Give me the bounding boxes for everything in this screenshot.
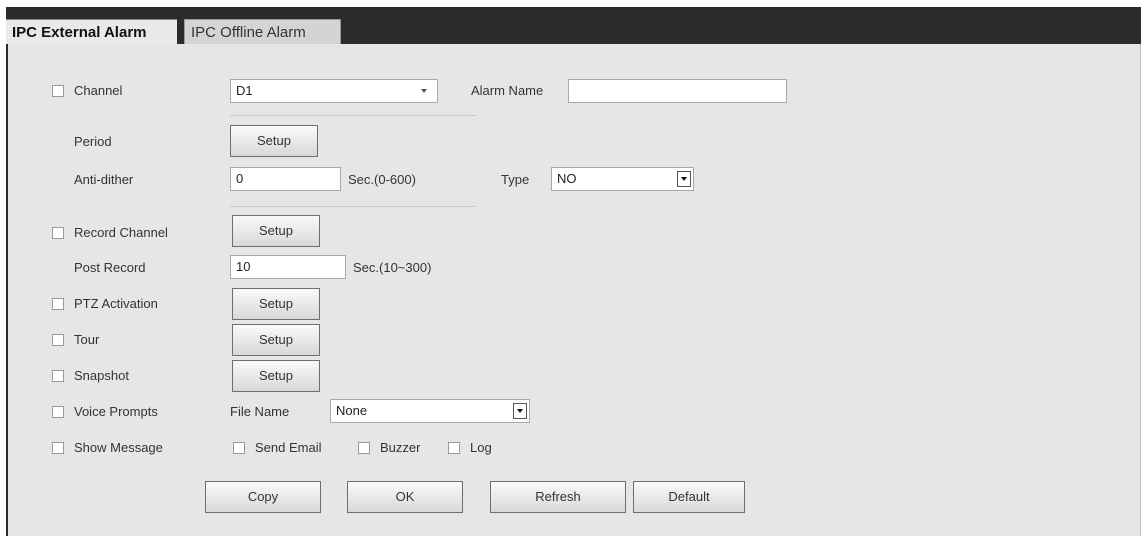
send-email-label: Send Email	[255, 440, 322, 455]
dropdown-arrow-icon[interactable]	[677, 171, 691, 187]
anti-dither-unit: Sec.(0-600)	[348, 172, 416, 187]
type-select-value: NO	[557, 171, 577, 186]
ptz-activation-label: PTZ Activation	[74, 296, 158, 311]
file-name-select-value: None	[336, 403, 368, 418]
separator	[230, 206, 476, 207]
log-checkbox[interactable]	[448, 442, 460, 454]
show-message-checkbox[interactable]	[52, 442, 64, 454]
record-channel-checkbox[interactable]	[52, 227, 64, 239]
anti-dither-label: Anti-dither	[74, 172, 134, 187]
chevron-down-icon	[415, 80, 433, 102]
ptz-activation-checkbox[interactable]	[52, 298, 64, 310]
show-message-label: Show Message	[74, 440, 163, 455]
tab-bar: IPC External Alarm IPC Offline Alarm	[6, 7, 1141, 44]
period-label: Period	[74, 134, 112, 149]
snapshot-checkbox[interactable]	[52, 370, 64, 382]
voice-prompts-label: Voice Prompts	[74, 404, 158, 419]
file-name-select[interactable]: None	[330, 399, 530, 423]
alarm-name-input[interactable]	[568, 79, 787, 103]
file-name-label: File Name	[230, 404, 290, 419]
buzzer-label: Buzzer	[380, 440, 421, 455]
type-select[interactable]: NO	[551, 167, 694, 191]
ok-button[interactable]: OK	[347, 481, 463, 513]
tour-label: Tour	[74, 332, 100, 347]
separator	[230, 115, 476, 116]
log-label: Log	[470, 440, 492, 455]
anti-dither-input[interactable]: 0	[230, 167, 341, 191]
post-record-unit: Sec.(10~300)	[353, 260, 432, 275]
voice-prompts-checkbox[interactable]	[52, 406, 64, 418]
default-button[interactable]: Default	[633, 481, 745, 513]
tour-checkbox[interactable]	[52, 334, 64, 346]
copy-button[interactable]: Copy	[205, 481, 321, 513]
tour-setup-button[interactable]: Setup	[232, 324, 320, 356]
settings-panel: Channel D1 Alarm Name Period Setup Anti-…	[6, 44, 1141, 536]
refresh-button[interactable]: Refresh	[490, 481, 626, 513]
channel-label: Channel	[74, 83, 123, 98]
tab-ipc-external-alarm[interactable]: IPC External Alarm	[6, 19, 177, 44]
buzzer-checkbox[interactable]	[358, 442, 370, 454]
snapshot-label: Snapshot	[74, 368, 129, 383]
channel-select[interactable]: D1	[230, 79, 438, 103]
channel-checkbox[interactable]	[52, 85, 64, 97]
type-label: Type	[501, 172, 530, 187]
alarm-name-label: Alarm Name	[471, 83, 544, 98]
record-channel-setup-button[interactable]: Setup	[232, 215, 320, 247]
period-setup-button[interactable]: Setup	[230, 125, 318, 157]
post-record-label: Post Record	[74, 260, 146, 275]
record-channel-label: Record Channel	[74, 225, 168, 240]
channel-select-value: D1	[236, 83, 253, 98]
dropdown-arrow-icon[interactable]	[513, 403, 527, 419]
tab-ipc-offline-alarm[interactable]: IPC Offline Alarm	[184, 19, 341, 44]
post-record-input[interactable]: 10	[230, 255, 346, 279]
ptz-activation-setup-button[interactable]: Setup	[232, 288, 320, 320]
snapshot-setup-button[interactable]: Setup	[232, 360, 320, 392]
send-email-checkbox[interactable]	[233, 442, 245, 454]
